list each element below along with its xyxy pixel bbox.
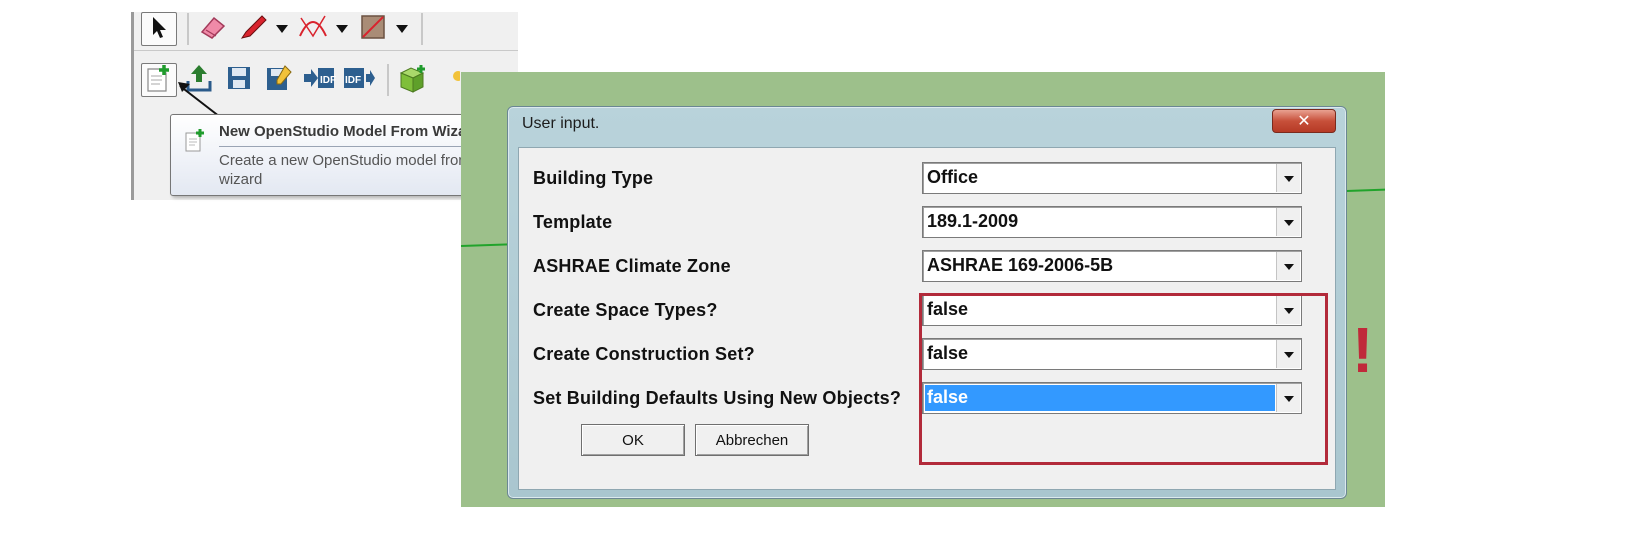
sun-icon: [446, 68, 463, 93]
cancel-button[interactable]: Abbrechen: [695, 424, 809, 456]
new-model-wizard-button[interactable]: [141, 63, 177, 97]
new-model-wizard-icon: [144, 63, 174, 98]
add-space-icon: [397, 63, 429, 98]
close-icon: ✕: [1297, 113, 1311, 130]
field-climate-zone: ASHRAE Climate Zone ASHRAE 169-2006-5B: [533, 250, 1323, 282]
import-idf-icon: IDF: [342, 64, 376, 97]
select-value: ASHRAE 169-2006-5B: [927, 255, 1114, 275]
select-value: Office: [927, 167, 979, 187]
toolbar-row-drawing: [141, 12, 429, 46]
caret-down-icon: [396, 20, 408, 38]
field-label: Template: [533, 212, 613, 232]
template-select[interactable]: 189.1-2009: [922, 206, 1302, 238]
pencil-line-icon: [238, 14, 268, 45]
import-idf-button[interactable]: IDF: [341, 63, 377, 97]
chevron-down-icon: [1283, 169, 1294, 187]
save-as-icon: [265, 64, 293, 97]
dropdown-arrow-button[interactable]: [1276, 164, 1300, 192]
rectangle-tool-dropdown[interactable]: [395, 14, 409, 44]
dropdown-arrow-button[interactable]: [1276, 252, 1300, 280]
arc-tool-dropdown[interactable]: [335, 14, 349, 44]
eraser-icon: [198, 14, 228, 45]
export-idf-icon: IDF: [302, 64, 336, 97]
save-as-model-button[interactable]: [261, 63, 297, 97]
close-button[interactable]: ✕: [1272, 109, 1336, 133]
eraser-tool-button[interactable]: [195, 12, 231, 46]
export-idf-button[interactable]: IDF: [301, 63, 337, 97]
exclamation-mark: !: [1352, 314, 1374, 386]
toolbar-separator: [421, 13, 423, 45]
field-label: Set Building Defaults Using New Objects?: [533, 388, 902, 408]
rectangle-icon: [359, 13, 387, 46]
caret-down-icon: [336, 20, 348, 38]
field-template: Template 189.1-2009: [533, 206, 1323, 238]
line-tool-dropdown[interactable]: [275, 14, 289, 44]
building-type-select[interactable]: Office: [922, 162, 1302, 194]
svg-text:IDF: IDF: [345, 75, 361, 86]
toolbar-divider: [134, 50, 518, 51]
select-arrow-icon: [149, 15, 169, 44]
rectangle-tool-button[interactable]: [355, 12, 391, 46]
chevron-down-icon: [1283, 257, 1294, 275]
toolbar-grip: [131, 12, 134, 200]
select-tool-button[interactable]: [141, 12, 177, 46]
field-label: Building Type: [533, 168, 654, 188]
svg-text:IDF: IDF: [320, 75, 336, 86]
new-model-wizard-icon: [183, 127, 207, 158]
field-label: ASHRAE Climate Zone: [533, 256, 731, 276]
field-label: Create Construction Set?: [533, 344, 755, 364]
chevron-down-icon: [1283, 213, 1294, 231]
field-building-type: Building Type Office: [533, 162, 1323, 194]
select-value: 189.1-2009: [927, 211, 1019, 231]
field-label: Create Space Types?: [533, 300, 718, 320]
add-space-button[interactable]: [395, 63, 431, 97]
highlight-box: [919, 293, 1328, 465]
ok-button[interactable]: OK: [581, 424, 685, 456]
toolbar-separator: [187, 13, 189, 45]
caret-down-icon: [276, 20, 288, 38]
toolbar-separator: [387, 64, 389, 96]
line-tool-button[interactable]: [235, 12, 271, 46]
tooltip-title: New OpenStudio Model From Wizard: [219, 123, 482, 140]
arc-icon: [297, 14, 329, 45]
climate-zone-select[interactable]: ASHRAE 169-2006-5B: [922, 250, 1302, 282]
arc-tool-button[interactable]: [295, 12, 331, 46]
dropdown-arrow-button[interactable]: [1276, 208, 1300, 236]
dialog-title: User input.: [522, 115, 600, 132]
